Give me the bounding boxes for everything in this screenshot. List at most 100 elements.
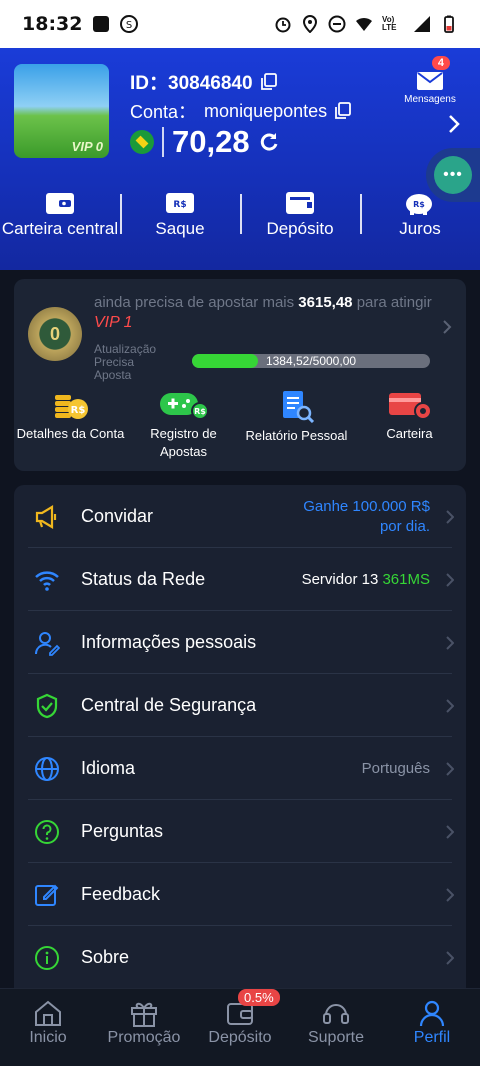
quick-action-label: Juros: [399, 219, 441, 238]
bottom-navigation: Inicio Promoção 0.5% Depósito Suporte Pe…: [0, 988, 480, 1066]
invite-reward-text: Ganhe 100.000 R$ por dia.: [303, 497, 430, 535]
dnd-icon: [328, 15, 346, 33]
deposit-bonus-badge: 0.5%: [238, 989, 280, 1006]
avatar-vip-label: VIP 0: [71, 139, 103, 154]
refresh-icon[interactable]: [258, 131, 280, 153]
headset-icon: [323, 1004, 349, 1024]
avatar[interactable]: VIP 0: [14, 64, 109, 158]
envelope-icon: [417, 72, 443, 90]
wifi-icon: [35, 571, 59, 591]
info-icon: [35, 946, 59, 970]
copy-icon[interactable]: [260, 72, 277, 91]
messages-button[interactable]: 4 Mensagens: [398, 56, 462, 105]
location-icon: [302, 15, 318, 33]
chevron-right-icon[interactable]: [442, 319, 452, 335]
app-notification-icon: S: [120, 15, 139, 33]
nav-label: Suporte: [307, 1029, 365, 1046]
withdraw-ticket-icon: R$: [166, 193, 194, 213]
svg-text:R$: R$: [70, 405, 85, 416]
menu-item-label: Central de Segurança: [81, 695, 257, 715]
vip-progress-labels: Atualização Precisa Aposta: [94, 343, 156, 382]
person-icon: [419, 1000, 445, 1027]
vip-action-label: Relatório Pessoal: [245, 428, 348, 443]
shield-check-icon: [36, 693, 58, 719]
network-label: Vo) LTE: [382, 15, 397, 32]
server-name: Servidor 13: [301, 571, 379, 588]
menu-item-perguntas[interactable]: Perguntas: [14, 800, 466, 863]
account-value: moniquepontes: [204, 100, 328, 121]
menu-item-feedback[interactable]: Feedback: [14, 863, 466, 926]
nav-promocao[interactable]: Promoção: [96, 989, 192, 1066]
vip-medal-level: 0: [49, 323, 60, 344]
quick-action-carteira-central[interactable]: Carteira central: [0, 188, 120, 268]
piggy-bank-icon: R$: [406, 194, 432, 215]
gift-icon: [131, 1002, 157, 1027]
user-id-row: ID：30846840: [130, 68, 277, 95]
question-icon: [35, 820, 59, 844]
action-registro-apostas[interactable]: R$ Registro de Apostas: [127, 389, 240, 461]
vip-action-label: Carteira: [386, 426, 433, 441]
account-row: Conta： moniquepontes: [130, 98, 352, 124]
nav-label: Promoção: [107, 1029, 181, 1046]
server-latency: 361MS: [382, 571, 430, 588]
chevron-right-icon: [446, 510, 454, 524]
nav-perfil[interactable]: Perfil: [384, 989, 480, 1066]
balance-divider: [162, 127, 164, 157]
balance-row: 70,28: [130, 124, 280, 160]
coins-icon: R$: [54, 395, 88, 419]
battery-icon: [444, 15, 454, 33]
user-id-label: ID：: [130, 73, 169, 94]
chevron-right-icon: [446, 636, 454, 650]
gamepad-icon: R$: [159, 393, 209, 420]
status-time: 18:32: [22, 13, 83, 35]
messages-badge: 4: [431, 56, 450, 70]
nav-inicio[interactable]: Inicio: [0, 989, 96, 1066]
brazil-flag-icon: [130, 130, 154, 154]
chevron-right-icon[interactable]: [448, 114, 460, 134]
menu-item-label: Sobre: [81, 947, 130, 967]
nav-label: Inicio: [29, 1029, 67, 1046]
action-relatorio-pessoal[interactable]: Relatório Pessoal: [240, 389, 353, 461]
vip-actions: R$ Detalhes da Conta R$ Registro de Apos…: [14, 389, 466, 461]
user-id-value: 30846840: [168, 73, 253, 94]
quick-action-deposito[interactable]: Depósito: [240, 188, 360, 268]
menu-item-convidar[interactable]: Convidar Ganhe 100.000 R$ por dia.: [14, 485, 466, 548]
menu-item-label: Perguntas: [81, 821, 164, 841]
vip-text-mid: para atingir: [356, 294, 432, 311]
nav-suporte[interactable]: Suporte: [288, 989, 384, 1066]
chevron-right-icon: [446, 825, 454, 839]
nav-label: Perfil: [413, 1029, 451, 1046]
deposit-wallet-icon: [286, 192, 314, 214]
nav-label: Depósito: [208, 1029, 272, 1046]
home-icon: [35, 1000, 61, 1026]
chevron-right-icon: [446, 951, 454, 965]
vip-requirement-text: ainda precisa de apostar mais 3615,48 pa…: [94, 293, 434, 333]
quick-action-label: Saque: [155, 219, 205, 238]
profile-header: VIP 0 ID：30846840 Conta： moniquepontes 7…: [0, 48, 480, 270]
menu-item-informacoes-pessoais[interactable]: Informações pessoais: [14, 611, 466, 674]
chevron-right-icon: [446, 699, 454, 713]
wifi-status-icon: [356, 17, 372, 31]
menu-item-label: Status da Rede: [81, 569, 206, 589]
messages-label: Mensagens: [404, 94, 456, 105]
nav-deposito[interactable]: 0.5% Depósito: [192, 989, 288, 1066]
menu-item-idioma[interactable]: Idioma Português: [14, 737, 466, 800]
menu-item-sobre[interactable]: Sobre: [14, 926, 466, 989]
action-detalhes-conta[interactable]: R$ Detalhes da Conta: [14, 389, 127, 461]
vip-progress-bar: 1384,52/5000,00: [192, 354, 430, 368]
copy-icon[interactable]: [335, 102, 352, 120]
vip-text-prefix: ainda precisa de apostar mais: [94, 294, 295, 311]
vip-medal-icon: 0: [28, 307, 82, 361]
vip-progress-text: 1384,52/5000,00: [265, 354, 357, 368]
vip-label-line: Aposta: [94, 368, 132, 382]
quick-action-saque[interactable]: R$ Saque: [120, 188, 240, 268]
edit-icon: [35, 884, 59, 906]
menu-item-status-rede[interactable]: Status da Rede Servidor 13 361MS: [14, 548, 466, 611]
menu-item-label: Informações pessoais: [81, 632, 257, 652]
quick-action-juros[interactable]: R$ Juros: [360, 188, 480, 268]
quick-actions: Carteira central R$ Saque Depósito R$ Ju…: [0, 188, 480, 268]
menu-item-central-seguranca[interactable]: Central de Segurança: [14, 674, 466, 737]
action-carteira[interactable]: Carteira: [353, 389, 466, 461]
menu-item-label: Feedback: [81, 884, 161, 904]
server-status: Servidor 13 361MS: [302, 571, 430, 588]
